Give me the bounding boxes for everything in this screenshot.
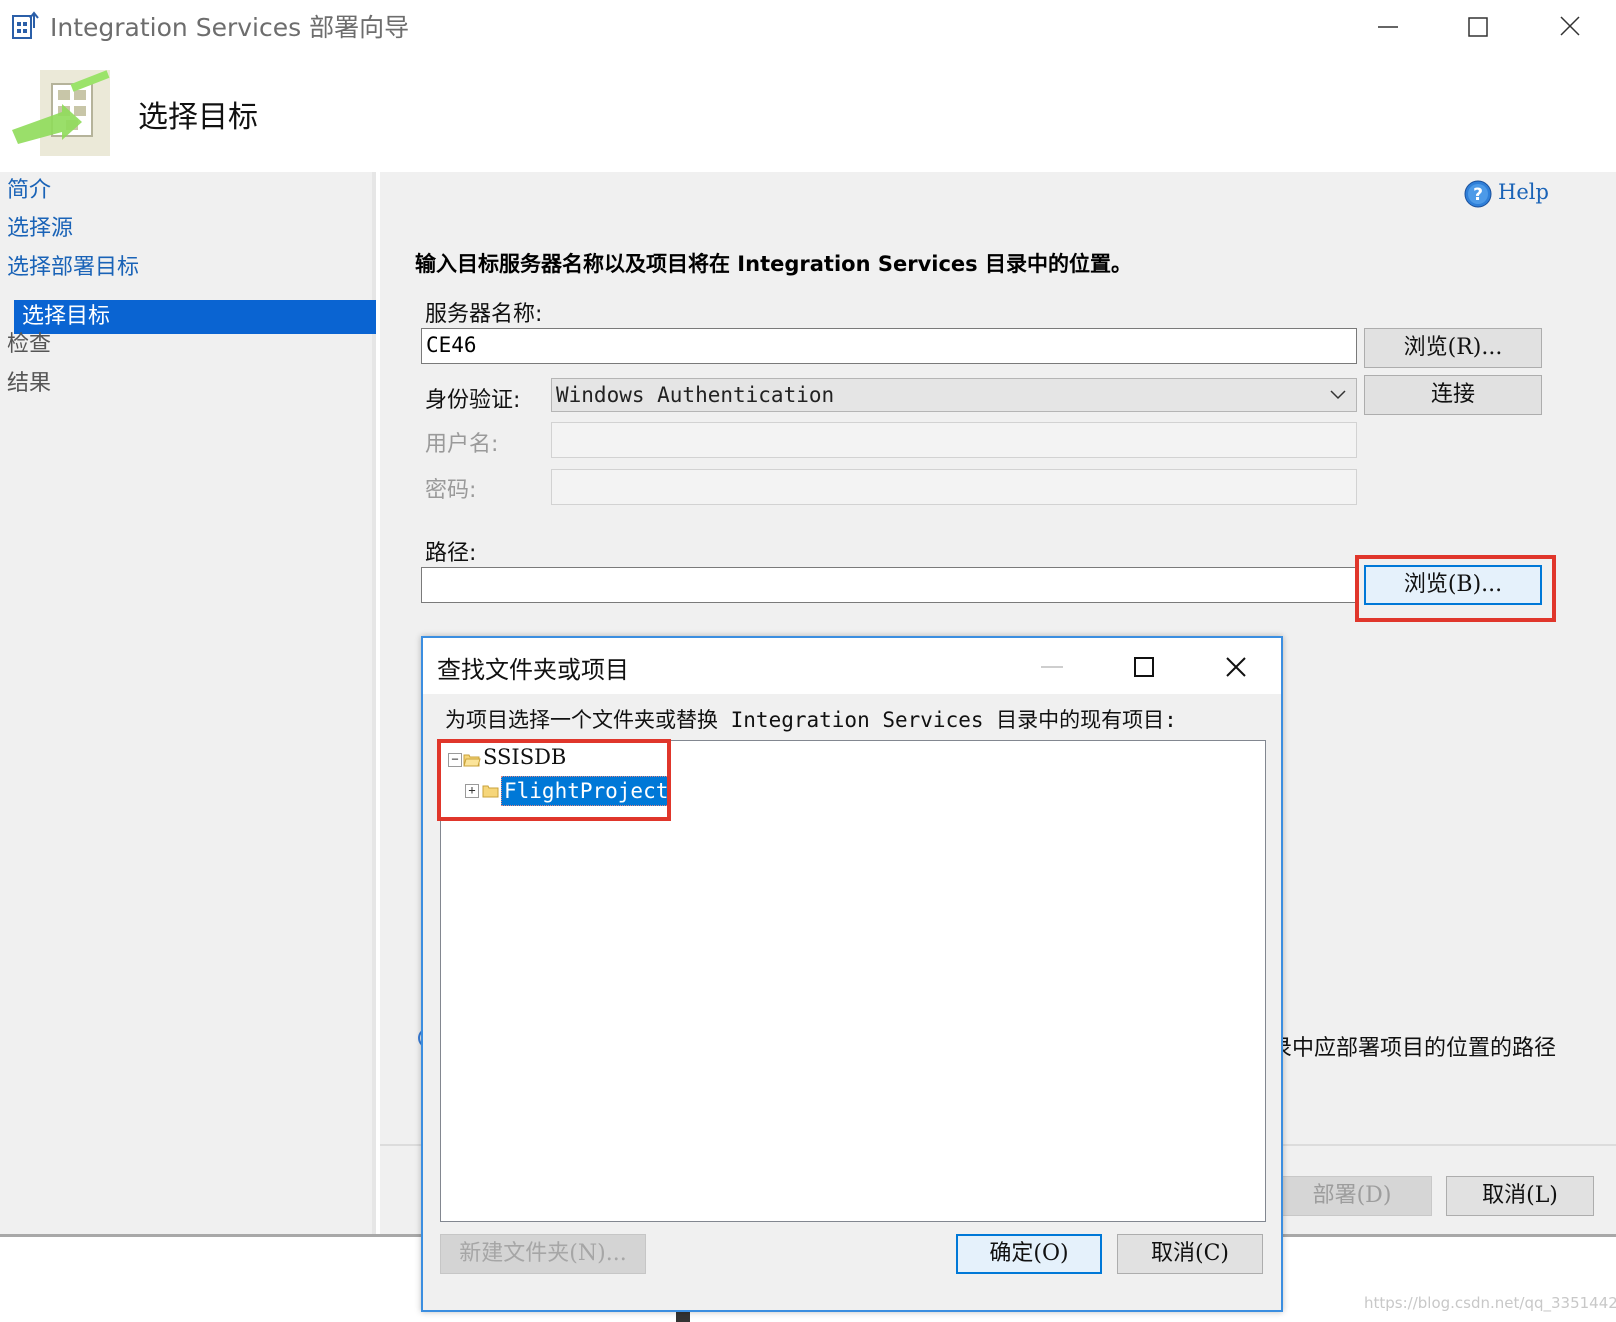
password-label: 密码:: [425, 478, 477, 503]
minimize-icon: [1041, 666, 1063, 668]
window-title: Integration Services 部署向导: [50, 13, 410, 42]
path-description-text: 录中应部署项目的位置的路径: [1270, 1036, 1557, 1061]
app-icon: [12, 11, 39, 39]
authentication-select[interactable]: Windows Authentication: [551, 378, 1357, 412]
annotation-highlight-box: [437, 739, 671, 821]
help-icon[interactable]: ?: [1464, 180, 1492, 208]
find-folder-dialog: 查找文件夹或项目 为项目选择一个文件夹或替换 Integration Servi…: [421, 636, 1283, 1312]
deploy-button: 部署(D): [1272, 1176, 1432, 1216]
svg-text:?: ?: [1473, 185, 1483, 205]
server-name-label: 服务器名称:: [425, 302, 543, 327]
dialog-cancel-button[interactable]: 取消(C): [1117, 1234, 1263, 1274]
nav-step-select-deployment-target[interactable]: 选择部署目标: [7, 251, 139, 285]
chevron-down-icon[interactable]: [1326, 384, 1350, 404]
server-name-input[interactable]: CE46: [421, 328, 1357, 364]
nav-step-introduction[interactable]: 简介: [7, 174, 51, 208]
dialog-prompt: 为项目选择一个文件夹或替换 Integration Services 目录中的现…: [445, 708, 1177, 732]
annotation-highlight-box: [1355, 555, 1556, 622]
close-icon[interactable]: [1221, 652, 1251, 682]
watermark-text: https://blog.csdn.net/qq_33514421: [1364, 1294, 1616, 1312]
username-label: 用户名:: [425, 432, 499, 457]
help-link[interactable]: Help: [1498, 180, 1549, 204]
deployment-wizard-icon: [12, 70, 110, 156]
ok-button[interactable]: 确定(O): [956, 1234, 1102, 1274]
cancel-button[interactable]: 取消(L): [1446, 1176, 1594, 1216]
path-input[interactable]: [421, 567, 1357, 603]
nav-step-review: 检查: [7, 332, 52, 357]
new-folder-button: 新建文件夹(N)...: [440, 1234, 646, 1274]
close-icon[interactable]: [1550, 8, 1590, 46]
authentication-label: 身份验证:: [425, 388, 521, 413]
folder-tree[interactable]: − SSISDB + FlightProject: [437, 739, 1266, 1222]
title-bar: Integration Services 部署向导: [0, 0, 1616, 56]
path-label: 路径:: [425, 541, 477, 566]
nav-step-select-destination[interactable]: 选择目标: [14, 300, 376, 334]
username-field: [551, 422, 1357, 458]
dialog-title-bar: 查找文件夹或项目: [423, 638, 1281, 694]
maximize-icon[interactable]: [1129, 652, 1159, 682]
dialog-title: 查找文件夹或项目: [437, 656, 629, 684]
nav-step-results: 结果: [7, 371, 52, 396]
password-field: [551, 469, 1357, 505]
minimize-icon[interactable]: [1368, 8, 1408, 46]
nav-step-select-source[interactable]: 选择源: [7, 212, 73, 246]
browse-server-button[interactable]: 浏览(R)...: [1364, 328, 1542, 368]
maximize-icon[interactable]: [1458, 8, 1498, 46]
page-title: 选择目标: [138, 100, 258, 135]
instruction-text: 输入目标服务器名称以及项目将在 Integration Services 目录中…: [415, 252, 1132, 276]
wizard-steps-panel: 简介 选择源 选择部署目标 选择目标 检查 结果: [0, 172, 376, 1236]
connect-button[interactable]: 连接: [1364, 375, 1542, 415]
